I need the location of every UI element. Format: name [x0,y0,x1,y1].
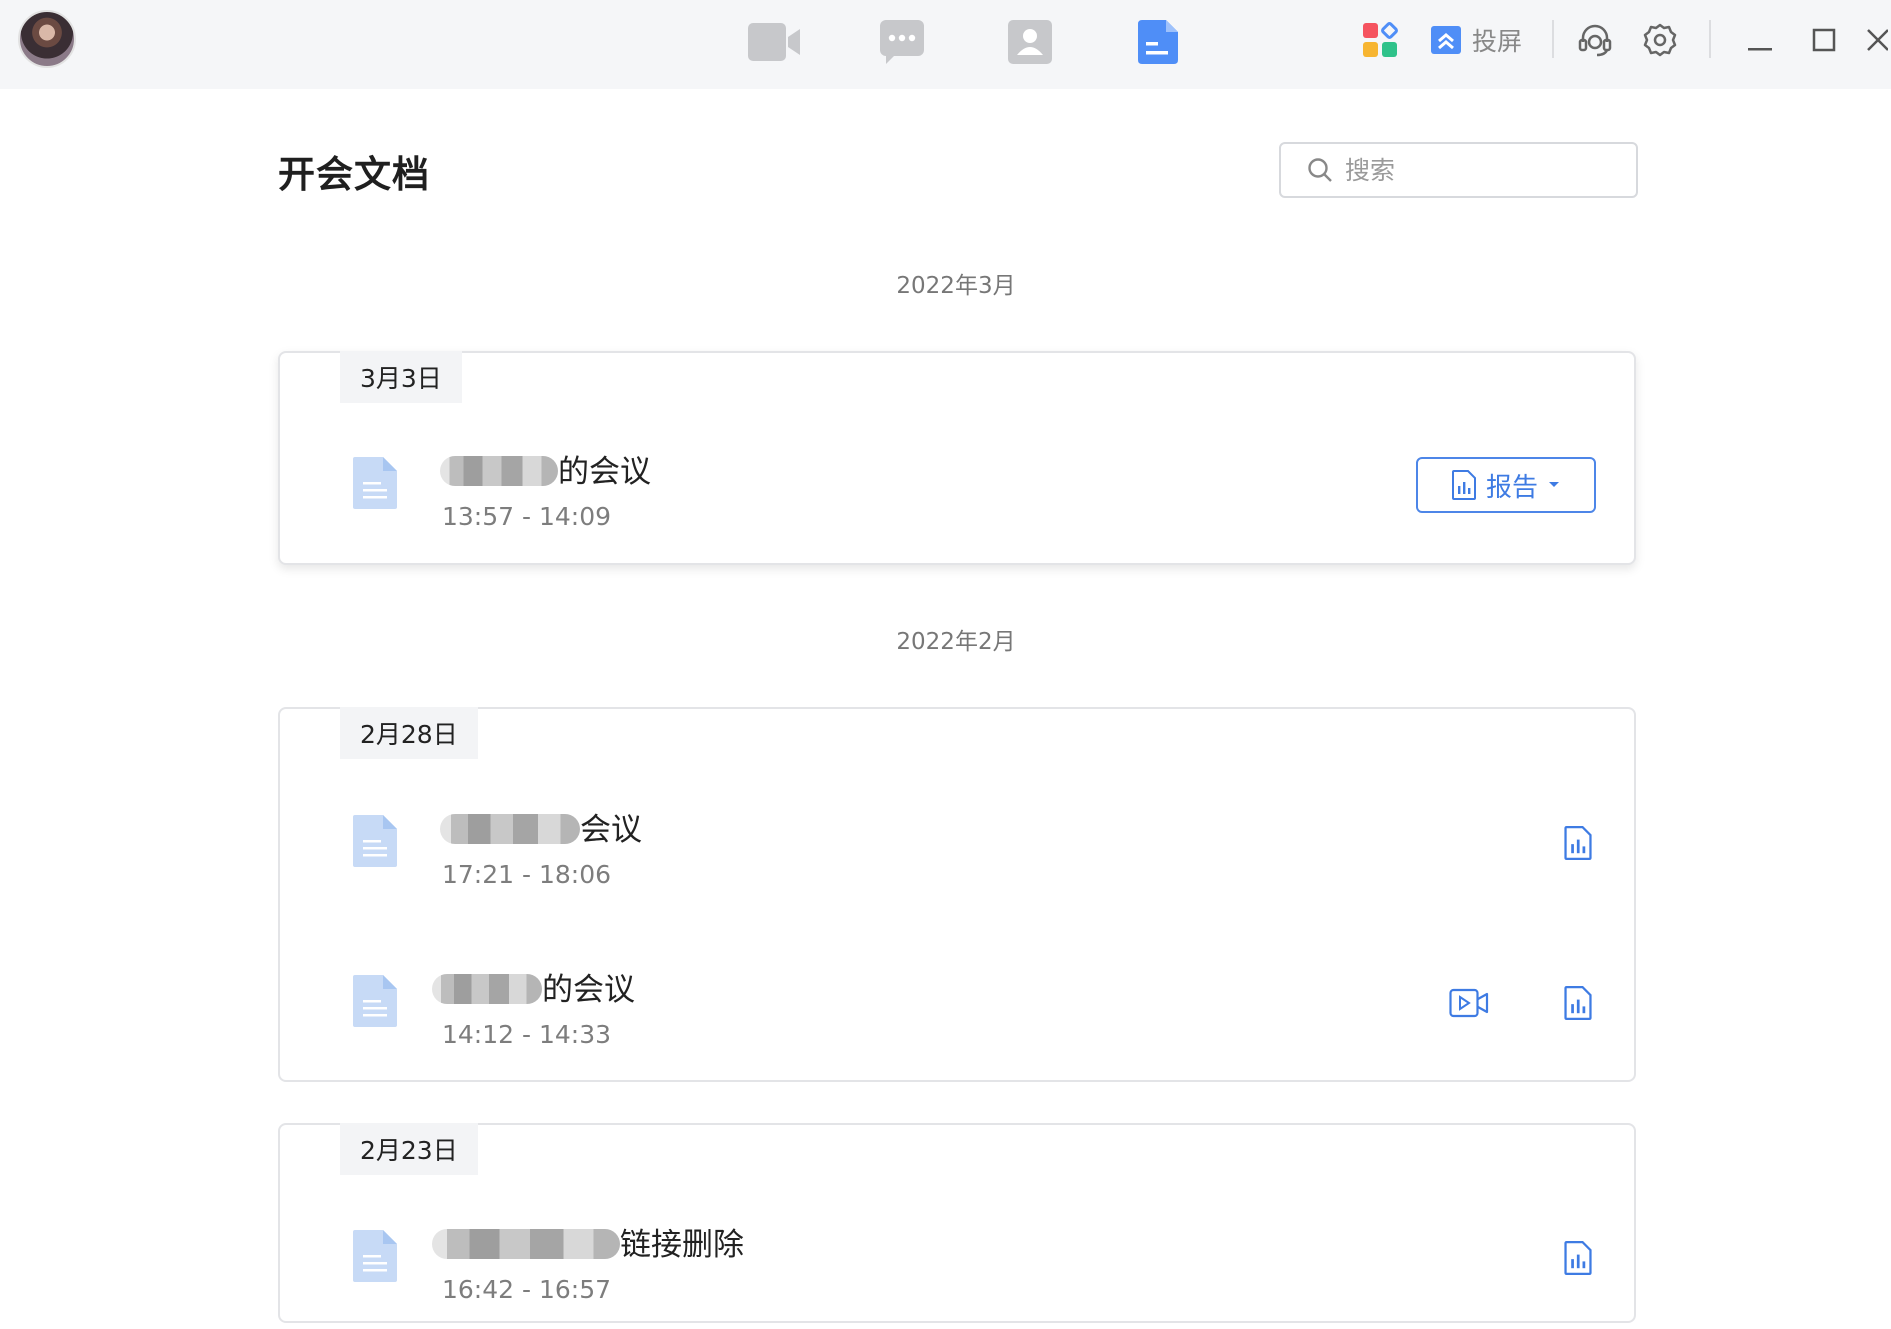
month-heading: 2022年2月 [896,629,1016,655]
document-icon [353,1230,397,1282]
meeting-title: 的会议 [432,964,635,1009]
meeting-time: 14:12 - 14:33 [442,1020,612,1049]
meeting-title: 的会议 [440,446,651,491]
cast-label: 投屏 [1472,27,1523,56]
documents-icon[interactable] [1130,18,1186,66]
day-label: 2月23日 [340,1123,478,1175]
month-heading: 2022年3月 [896,273,1016,299]
meeting-title: 链接删除 [432,1219,744,1264]
day-card: 2月28日 会议 17:21 - 18:06 的会议 14:12 - 14:33 [278,707,1636,1082]
search-box[interactable] [1279,142,1638,198]
meeting-item[interactable]: 的会议 14:12 - 14:33 [280,964,1634,1074]
recording-button[interactable] [1443,981,1495,1025]
caret-down-icon [1549,482,1559,487]
page-title: 开会文档 [278,153,430,196]
apps-icon[interactable] [1362,22,1398,58]
close-icon[interactable] [1862,18,1890,62]
report-icon [1564,1241,1592,1275]
gear-icon[interactable] [1638,18,1682,62]
meeting-time: 17:21 - 18:06 [442,860,612,889]
report-button[interactable] [1556,1236,1600,1280]
search-input[interactable] [1345,155,1605,185]
cast-screen-button[interactable]: 投屏 [1430,22,1522,58]
report-icon [1451,470,1476,500]
cast-icon [1431,26,1461,54]
meeting-item[interactable]: 会议 17:21 - 18:06 [280,804,1634,914]
minimize-icon[interactable] [1738,18,1782,62]
report-dropdown-button[interactable]: 报告 [1416,457,1596,513]
meeting-title: 会议 [440,804,642,849]
report-label: 报告 [1485,472,1538,503]
avatar[interactable] [18,10,76,68]
maximize-icon[interactable] [1802,18,1846,62]
headset-icon[interactable] [1573,18,1617,62]
title-bar: 投屏 [0,0,1891,89]
redacted-name [432,974,542,1004]
day-label: 3月3日 [340,351,462,403]
report-icon [1564,986,1592,1020]
day-label: 2月28日 [340,707,478,759]
search-icon [1308,158,1332,182]
report-button[interactable] [1556,821,1600,865]
report-button[interactable] [1556,981,1600,1025]
day-card: 3月3日 的会议 13:57 - 14:09 报告 [278,351,1636,565]
document-icon [353,815,397,867]
document-icon [353,975,397,1027]
report-icon [1564,826,1592,860]
meeting-item[interactable]: 链接删除 16:42 - 16:57 [280,1219,1634,1329]
redacted-name [440,814,580,844]
chat-icon[interactable] [874,18,930,66]
video-play-icon [1449,988,1489,1018]
meeting-time: 16:42 - 16:57 [442,1275,612,1304]
meeting-time: 13:57 - 14:09 [442,502,612,531]
redacted-name [440,456,558,486]
document-icon [353,457,397,509]
day-card: 2月23日 链接删除 16:42 - 16:57 [278,1123,1636,1323]
redacted-name [432,1229,620,1259]
contacts-icon[interactable] [1002,18,1058,66]
divider [1709,20,1711,58]
divider [1552,20,1554,58]
video-meeting-icon[interactable] [746,18,802,66]
